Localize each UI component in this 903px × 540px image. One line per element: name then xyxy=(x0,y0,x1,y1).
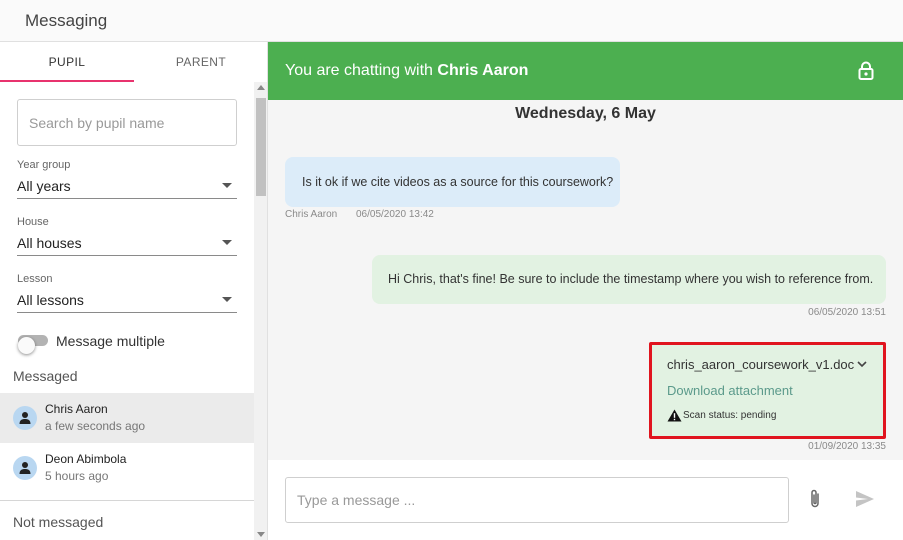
chat-title-prefix: You are chatting with xyxy=(285,62,433,79)
contact-name: Deon Abimbola xyxy=(45,452,127,466)
contact-item-deon-abimbola[interactable]: Deon Abimbola 5 hours ago xyxy=(0,443,254,493)
contact-last-message-time: a few seconds ago xyxy=(45,419,146,433)
incoming-message: Is it ok if we cite videos as a source f… xyxy=(285,157,620,207)
year-group-label: Year group xyxy=(17,159,71,171)
dropdown-caret-icon xyxy=(222,297,232,302)
top-bar: Messaging xyxy=(0,0,903,42)
message-multiple-toggle-row: Message multiple xyxy=(15,330,245,354)
dropdown-caret-icon xyxy=(222,183,232,188)
chat-header: You are chatting with Chris Aaron xyxy=(268,42,903,100)
house-select[interactable]: House All houses xyxy=(17,216,237,256)
outgoing-message: Hi Chris, that's fine! Be sure to includ… xyxy=(372,255,886,304)
section-divider xyxy=(0,500,254,501)
attachment-message: chris_aaron_coursework_v1.doc Download a… xyxy=(649,342,886,439)
message-timestamp: 06/05/2020 13:42 xyxy=(356,209,434,220)
messaged-heading: Messaged xyxy=(13,368,78,384)
toggle-knob xyxy=(18,337,35,354)
tab-parent[interactable]: PARENT xyxy=(134,42,267,82)
message-timestamp: 01/09/2020 13:35 xyxy=(808,441,886,452)
message-sender: Chris Aaron xyxy=(285,209,338,220)
lesson-value: All lessons xyxy=(17,292,84,308)
lesson-select[interactable]: Lesson All lessons xyxy=(17,273,237,313)
message-field[interactable] xyxy=(285,477,789,523)
year-group-select[interactable]: Year group All years xyxy=(17,159,237,199)
search-input[interactable] xyxy=(18,100,236,145)
not-messaged-heading: Not messaged xyxy=(13,514,104,530)
chat-title: You are chatting with Chris Aaron xyxy=(285,62,528,80)
date-separator: Wednesday, 6 May xyxy=(515,105,656,122)
tab-pupil[interactable]: PUPIL xyxy=(0,42,134,82)
scroll-down-arrow-icon[interactable] xyxy=(257,532,265,537)
message-multiple-label: Message multiple xyxy=(56,333,165,349)
chevron-down-icon[interactable] xyxy=(856,360,868,368)
message-composer xyxy=(268,460,903,540)
recipient-tabs: PUPIL PARENT xyxy=(0,42,267,82)
message-text: Hi Chris, that's fine! Be sure to includ… xyxy=(388,272,874,286)
warning-icon xyxy=(667,409,682,422)
scroll-up-arrow-icon[interactable] xyxy=(257,85,265,90)
attachment-file-name: chris_aaron_coursework_v1.doc xyxy=(667,357,855,372)
sidebar-scrollbar[interactable] xyxy=(254,82,267,540)
search-field[interactable] xyxy=(17,99,237,146)
year-group-value: All years xyxy=(17,178,71,194)
contact-item-chris-aaron[interactable]: Chris Aaron a few seconds ago xyxy=(0,393,254,443)
house-label: House xyxy=(17,216,49,228)
scan-status-text: Scan status: pending xyxy=(683,410,777,421)
chat-recipient-name: Chris Aaron xyxy=(437,62,529,79)
download-attachment-link[interactable]: Download attachment xyxy=(667,383,793,398)
person-icon xyxy=(19,412,31,424)
message-thread[interactable]: Wednesday, 6 May Is it ok if we cite vid… xyxy=(268,100,903,460)
avatar xyxy=(13,456,37,480)
sidebar: PUPIL PARENT Year group All years House … xyxy=(0,42,268,540)
message-text: Is it ok if we cite videos as a source f… xyxy=(302,175,614,189)
contact-last-message-time: 5 hours ago xyxy=(45,469,109,483)
dropdown-caret-icon xyxy=(222,240,232,245)
lock-icon[interactable] xyxy=(858,61,874,81)
avatar xyxy=(13,406,37,430)
message-multiple-toggle[interactable] xyxy=(18,335,48,354)
send-icon[interactable] xyxy=(855,490,875,508)
person-icon xyxy=(19,462,31,474)
scrollbar-thumb[interactable] xyxy=(256,98,266,196)
paperclip-icon[interactable] xyxy=(808,488,822,510)
lesson-label: Lesson xyxy=(17,273,53,285)
message-input[interactable] xyxy=(286,478,788,522)
house-value: All houses xyxy=(17,235,82,251)
contact-name: Chris Aaron xyxy=(45,402,108,416)
active-tab-indicator xyxy=(0,80,134,82)
app-title: Messaging xyxy=(25,11,108,30)
message-timestamp: 06/05/2020 13:51 xyxy=(808,307,886,318)
